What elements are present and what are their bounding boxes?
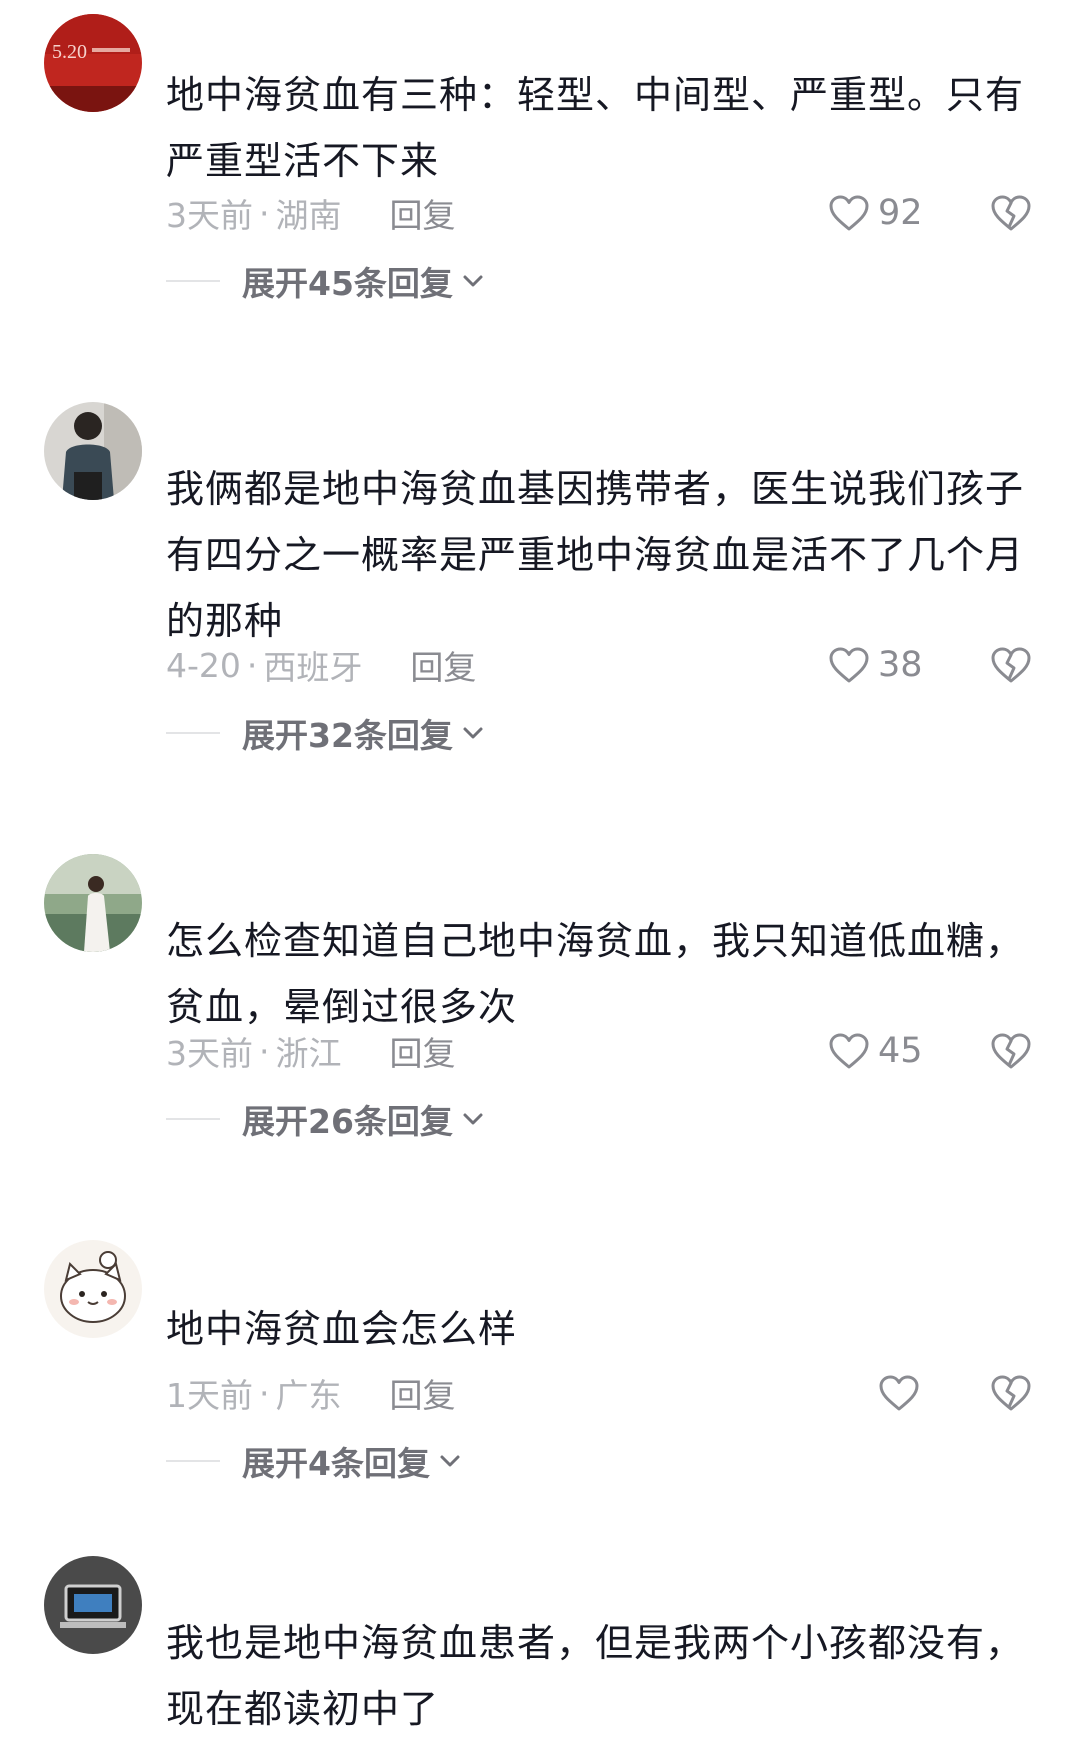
like-button[interactable]: 92	[828, 188, 923, 238]
meta-separator: ·	[259, 1031, 270, 1071]
divider	[166, 280, 220, 282]
comment-text: 我也是地中海贫血患者，但是我两个小孩都没有，现在都读初中了	[166, 1621, 1025, 1731]
expand-replies[interactable]: 展开45条回复	[166, 256, 485, 306]
avatar[interactable]	[44, 1240, 142, 1338]
avatar-image	[44, 854, 142, 952]
heart-icon	[829, 1033, 869, 1069]
dislike-button[interactable]	[988, 188, 1034, 238]
avatar-image	[44, 1240, 142, 1338]
expand-replies[interactable]: 展开26条回复	[166, 1094, 485, 1144]
heart-icon	[879, 1375, 919, 1411]
divider	[166, 1118, 220, 1120]
comment-meta: 4-20 · 西班牙 回复	[166, 640, 476, 690]
divider	[166, 732, 220, 734]
heart-icon	[829, 647, 869, 683]
comment-time: 4-20	[166, 645, 241, 685]
like-count: 92	[878, 193, 923, 233]
comment-location: 广东	[275, 1376, 342, 1415]
heart-icon	[829, 195, 869, 231]
meta-separator: ·	[246, 645, 258, 685]
broken-heart-icon	[991, 195, 1031, 231]
chevron-down-icon	[438, 1453, 462, 1469]
expand-replies-label: 展开32条回复	[242, 716, 453, 755]
like-button[interactable]: 38	[828, 640, 923, 690]
comment-text: 地中海贫血有三种：轻型、中间型、严重型。只有严重型活不下来	[166, 73, 1025, 183]
expand-replies-label: 展开26条回复	[242, 1102, 453, 1141]
avatar-image: 5.20	[44, 14, 142, 112]
comment-time: 3天前	[166, 1034, 253, 1073]
reply-button[interactable]: 回复	[390, 1369, 456, 1417]
avatar-logo-text: 5.20	[52, 41, 87, 63]
dislike-button[interactable]	[988, 1026, 1034, 1076]
comment-text: 我俩都是地中海贫血基因携带者，医生说我们孩子有四分之一概率是严重地中海贫血是活不…	[166, 467, 1025, 643]
comment-time: 3天前	[166, 196, 253, 235]
comment-text: 地中海贫血会怎么样	[166, 1307, 518, 1351]
expand-replies-label: 展开45条回复	[242, 264, 453, 303]
comment-time: 1天前	[166, 1376, 253, 1415]
comment-location: 浙江	[275, 1034, 342, 1073]
avatar-image	[44, 402, 142, 500]
meta-separator: ·	[259, 1373, 270, 1413]
reply-button[interactable]: 回复	[410, 641, 476, 689]
comment-text: 怎么检查知道自己地中海贫血，我只知道低血糖，贫血，晕倒过很多次	[166, 919, 1025, 1029]
reply-button[interactable]: 回复	[390, 1027, 456, 1075]
reply-button[interactable]: 回复	[390, 189, 456, 237]
comment-meta: 3天前 · 浙江 回复	[166, 1026, 456, 1076]
chevron-down-icon	[461, 725, 485, 741]
comment-location: 湖南	[275, 196, 342, 235]
expand-replies[interactable]: 展开4条回复	[166, 1436, 462, 1486]
like-button[interactable]: 45	[828, 1026, 923, 1076]
comment-meta: 3天前 · 湖南 回复	[166, 188, 456, 238]
broken-heart-icon	[991, 1375, 1031, 1411]
like-count: 38	[878, 645, 923, 685]
like-button[interactable]	[878, 1368, 920, 1418]
comment-location: 西班牙	[263, 648, 363, 687]
expand-replies-label: 展开4条回复	[242, 1444, 430, 1483]
broken-heart-icon	[991, 647, 1031, 683]
meta-separator: ·	[259, 193, 270, 233]
broken-heart-icon	[991, 1033, 1031, 1069]
chevron-down-icon	[461, 1111, 485, 1127]
avatar[interactable]	[44, 854, 142, 952]
avatar-image	[44, 1556, 142, 1654]
divider	[166, 1460, 220, 1462]
comment-meta: 1天前 · 广东 回复	[166, 1368, 456, 1418]
avatar[interactable]	[44, 1556, 142, 1654]
avatar[interactable]: 5.20	[44, 14, 142, 112]
like-count: 45	[878, 1031, 923, 1071]
avatar[interactable]	[44, 402, 142, 500]
dislike-button[interactable]	[988, 1368, 1034, 1418]
expand-replies[interactable]: 展开32条回复	[166, 708, 485, 758]
dislike-button[interactable]	[988, 640, 1034, 690]
chevron-down-icon	[461, 273, 485, 289]
